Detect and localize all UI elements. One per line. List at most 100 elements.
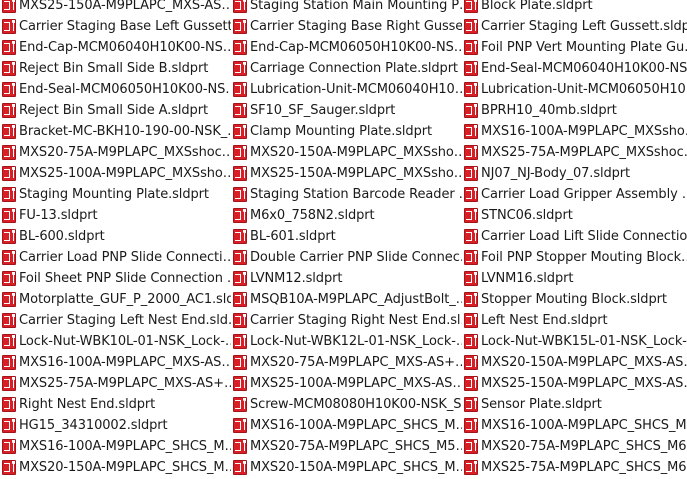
file-item[interactable]: Lock-Nut-WBK15L-01-NSK_Lock-… [462, 331, 687, 352]
file-item[interactable]: MXS25-75A-M9PLAPC_MXS-AS+… [0, 373, 231, 394]
file-name: Clamp Mounting Plate.sldprt [250, 124, 432, 139]
file-item[interactable]: BPRH10_40mb.sldprt [462, 100, 687, 121]
file-item[interactable]: Carrier Staging Base Right Gusse… [231, 16, 462, 37]
file-name: Carrier Load Lift Slide Connectio… [481, 229, 687, 244]
solidworks-part-icon [2, 334, 16, 349]
file-item[interactable]: MXS16-100A-M9PLAPC_MXS-AS… [0, 352, 231, 373]
file-name: BPRH10_40mb.sldprt [481, 103, 617, 118]
file-item[interactable]: LVNM12.sldprt [231, 268, 462, 289]
file-item[interactable]: MSQB10A-M9PLAPC_AdjustBolt_… [231, 289, 462, 310]
file-name: Staging Station Main Mounting P… [250, 0, 462, 13]
file-item[interactable]: Carrier Load Gripper Assembly … [462, 184, 687, 205]
file-item[interactable]: MXS25-100A-M9PLAPC_MXS-AS… [231, 373, 462, 394]
file-item[interactable]: Carrier Load Lift Slide Connectio… [462, 226, 687, 247]
file-item[interactable]: End-Seal-MCM06040H10K00-NS… [462, 58, 687, 79]
file-item[interactable]: Staging Station Barcode Reader … [231, 184, 462, 205]
file-item[interactable]: Lock-Nut-WBK10L-01-NSK_Lock-… [0, 331, 231, 352]
file-item[interactable]: Carrier Staging Left Nest End.sld… [0, 310, 231, 331]
file-name: End-Cap-MCM06050H10K00-NS… [250, 40, 462, 55]
file-item[interactable]: Carriage Connection Plate.sldprt [231, 58, 462, 79]
file-item[interactable]: MXS16-100A-M9PLAPC_SHCS_M… [0, 436, 231, 457]
solidworks-part-icon [464, 439, 478, 454]
file-item[interactable]: Carrier Staging Right Nest End.sl… [231, 310, 462, 331]
file-item[interactable]: MXS20-150A-M9PLAPC_MXSsho… [231, 142, 462, 163]
solidworks-part-icon [233, 0, 247, 13]
file-name: Staging Mounting Plate.sldprt [19, 187, 209, 202]
file-item[interactable]: STNC06.sldprt [462, 205, 687, 226]
file-name: Right Nest End.sldprt [19, 397, 156, 412]
file-name: Foil PNP Stopper Mouting Block… [481, 250, 687, 265]
file-item[interactable]: Staging Mounting Plate.sldprt [0, 184, 231, 205]
file-item[interactable]: MXS25-150A-M9PLAPC_MXSsho… [231, 163, 462, 184]
file-item[interactable]: Reject Bin Small Side A.sldprt [0, 100, 231, 121]
solidworks-part-icon [464, 61, 478, 76]
file-item[interactable]: BL-601.sldprt [231, 226, 462, 247]
solidworks-part-icon [2, 166, 16, 181]
file-item[interactable]: SF10_SF_Sauger.sldprt [231, 100, 462, 121]
file-item[interactable]: MXS25-75A-M9PLAPC_MXSshoc… [462, 142, 687, 163]
file-item[interactable]: Carrier Staging Left Gussett.sldprt [462, 16, 687, 37]
file-name: STNC06.sldprt [481, 208, 573, 223]
file-name: MXS25-150A-M9PLAPC_MXS-AS… [19, 0, 231, 13]
solidworks-part-icon [464, 271, 478, 286]
file-item[interactable]: Foil PNP Vert Mounting Plate Gu… [462, 37, 687, 58]
file-item[interactable]: MXS16-100A-M9PLAPC_SHCS_M… [462, 415, 687, 436]
file-item[interactable]: FU-13.sldprt [0, 205, 231, 226]
file-item[interactable]: MXS20-75A-M9PLAPC_SHCS_M5… [231, 436, 462, 457]
file-item[interactable]: MXS16-100A-M9PLAPC_MXSsho… [462, 121, 687, 142]
file-item[interactable]: Block Plate.sldprt [462, 0, 687, 16]
file-item[interactable]: Carrier Load PNP Slide Connecti… [0, 247, 231, 268]
solidworks-part-icon [464, 103, 478, 118]
file-item[interactable]: M6x0_758N2.sldprt [231, 205, 462, 226]
solidworks-part-icon [2, 292, 16, 307]
file-item[interactable]: MXS20-150A-M9PLAPC_SHCS_M… [0, 457, 231, 478]
file-item[interactable]: MXS16-100A-M9PLAPC_SHCS_M… [231, 415, 462, 436]
file-item[interactable]: Foil Sheet PNP Slide Connection … [0, 268, 231, 289]
file-item[interactable]: Right Nest End.sldprt [0, 394, 231, 415]
file-item[interactable]: LVNM16.sldprt [462, 268, 687, 289]
file-item[interactable]: NJ07_NJ-Body_07.sldprt [462, 163, 687, 184]
file-item[interactable]: End-Cap-MCM06050H10K00-NS… [231, 37, 462, 58]
file-item[interactable]: End-Seal-MCM06050H10K00-NS… [0, 79, 231, 100]
file-item[interactable]: End-Cap-MCM06040H10K00-NS… [0, 37, 231, 58]
file-name: HG15_34310002.sldprt [19, 418, 168, 433]
file-name: NJ07_NJ-Body_07.sldprt [481, 166, 631, 181]
file-item[interactable]: Carrier Staging Base Left Gussett… [0, 16, 231, 37]
solidworks-part-icon [464, 208, 478, 223]
solidworks-part-icon [2, 61, 16, 76]
file-item[interactable]: Reject Bin Small Side B.sldprt [0, 58, 231, 79]
file-item[interactable]: Sensor Plate.sldprt [462, 394, 687, 415]
file-name: LVNM16.sldprt [481, 271, 574, 286]
solidworks-part-icon [464, 355, 478, 370]
file-item[interactable]: MXS20-150A-M9PLAPC_MXS-AS… [462, 352, 687, 373]
file-item[interactable]: MXS20-75A-M9PLAPC_MXSshoc… [0, 142, 231, 163]
file-item[interactable]: MXS25-75A-M9PLAPC_SHCS_M6… [462, 457, 687, 478]
file-name: MXS16-100A-M9PLAPC_SHCS_M… [250, 418, 462, 433]
file-item[interactable]: MXS20-150A-M9PLAPC_SHCS_M… [231, 457, 462, 478]
solidworks-part-icon [2, 229, 16, 244]
file-item[interactable]: Motorplatte_GUF_P_2000_AC1.sld… [0, 289, 231, 310]
file-name: Foil Sheet PNP Slide Connection … [19, 271, 231, 286]
file-item[interactable]: Lubrication-Unit-MCM06050H10… [462, 79, 687, 100]
file-item[interactable]: Clamp Mounting Plate.sldprt [231, 121, 462, 142]
file-item[interactable]: MXS25-150A-M9PLAPC_MXS-AS… [0, 0, 231, 16]
file-item[interactable]: MXS20-75A-M9PLAPC_SHCS_M6… [462, 436, 687, 457]
file-item[interactable]: Screw-MCM08080H10K00-NSK_S… [231, 394, 462, 415]
file-item[interactable]: Lock-Nut-WBK12L-01-NSK_Lock-… [231, 331, 462, 352]
file-item[interactable]: Stopper Mouting Block.sldprt [462, 289, 687, 310]
file-item[interactable]: HG15_34310002.sldprt [0, 415, 231, 436]
file-item[interactable]: Left Nest End.sldprt [462, 310, 687, 331]
solidworks-part-icon [2, 397, 16, 412]
file-name: Reject Bin Small Side A.sldprt [19, 103, 208, 118]
file-item[interactable]: MXS20-75A-M9PLAPC_MXS-AS+… [231, 352, 462, 373]
file-item[interactable]: Double Carrier PNP Slide Connec… [231, 247, 462, 268]
file-item[interactable]: Staging Station Main Mounting P… [231, 0, 462, 16]
file-item[interactable]: BL-600.sldprt [0, 226, 231, 247]
file-item[interactable]: Bracket-MC-BKH10-190-00-NSK_… [0, 121, 231, 142]
file-item[interactable]: Lubrication-Unit-MCM06040H10… [231, 79, 462, 100]
file-item[interactable]: Foil PNP Stopper Mouting Block… [462, 247, 687, 268]
solidworks-part-icon [233, 124, 247, 139]
file-name: Carrier Load PNP Slide Connecti… [19, 250, 231, 265]
file-item[interactable]: MXS25-100A-M9PLAPC_MXSsho… [0, 163, 231, 184]
file-item[interactable]: MXS25-150A-M9PLAPC_MXS-AS… [462, 373, 687, 394]
